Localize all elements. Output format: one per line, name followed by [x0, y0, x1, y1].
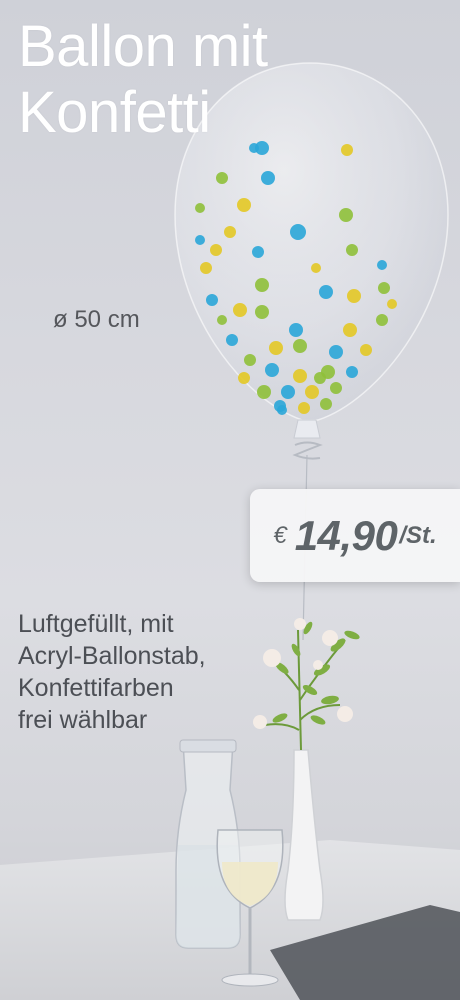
confetti-dot — [265, 363, 279, 377]
confetti-dot — [376, 314, 388, 326]
confetti-dot — [314, 372, 326, 384]
confetti-dot — [290, 224, 306, 240]
confetti-dot — [261, 171, 275, 185]
confetti-dot — [216, 172, 228, 184]
vase — [284, 749, 324, 921]
confetti-dot — [257, 385, 271, 399]
confetti-dot — [195, 235, 205, 245]
title-line-2: Konfetti — [18, 80, 211, 145]
confetti-dot — [346, 244, 358, 256]
confetti-dot — [293, 339, 307, 353]
price-amount: 14,90 — [294, 511, 398, 559]
confetti-dot — [319, 285, 333, 299]
description-line: frei wählbar — [18, 706, 148, 734]
description-line: Konfettifarben — [18, 674, 174, 702]
confetti-dot — [255, 305, 269, 319]
confetti-dot — [281, 385, 295, 399]
confetti-dot — [360, 344, 372, 356]
confetti-dot — [289, 323, 303, 337]
confetti-dot — [339, 208, 353, 222]
confetti-dot — [233, 303, 247, 317]
confetti-dot — [252, 246, 264, 258]
confetti-dot — [237, 198, 251, 212]
confetti-dot — [269, 341, 283, 355]
description-line: Acryl-Ballonstab, — [18, 642, 206, 670]
description-line: Luftgefüllt, mit — [18, 610, 174, 638]
confetti-dot — [293, 369, 307, 383]
confetti-dot — [311, 263, 321, 273]
confetti-dot — [305, 385, 319, 399]
confetti-dot — [226, 334, 238, 346]
confetti-dot — [206, 294, 218, 306]
title-line-1: Ballon mit — [18, 14, 268, 79]
page-title: Ballon mit Konfetti — [18, 14, 268, 146]
confetti-dot — [347, 289, 361, 303]
price-currency: € — [273, 521, 287, 549]
confetti-dot — [224, 226, 236, 238]
confetti-dot — [329, 345, 343, 359]
price-tag: € 14,90 /St. — [250, 489, 460, 582]
confetti-dot — [378, 282, 390, 294]
confetti-dot — [343, 323, 357, 337]
confetti-dot — [255, 278, 269, 292]
confetti-dot — [330, 382, 342, 394]
confetti-dot — [298, 402, 310, 414]
confetti-dot — [277, 405, 287, 415]
price-unit: /St. — [399, 521, 437, 549]
confetti-dot — [387, 299, 397, 309]
diameter-label: ø 50 cm — [53, 306, 140, 333]
confetti-dot — [346, 366, 358, 378]
confetti-dot — [341, 144, 353, 156]
confetti-dot — [200, 262, 212, 274]
confetti-dot — [244, 354, 256, 366]
confetti-dot — [238, 372, 250, 384]
confetti-dot — [377, 260, 387, 270]
confetti-dot — [217, 315, 227, 325]
confetti-dot — [320, 398, 332, 410]
confetti-dot — [210, 244, 222, 256]
confetti-dot — [195, 203, 205, 213]
product-description: Luftgefüllt, mit Acryl-Ballonstab, Konfe… — [18, 608, 206, 736]
